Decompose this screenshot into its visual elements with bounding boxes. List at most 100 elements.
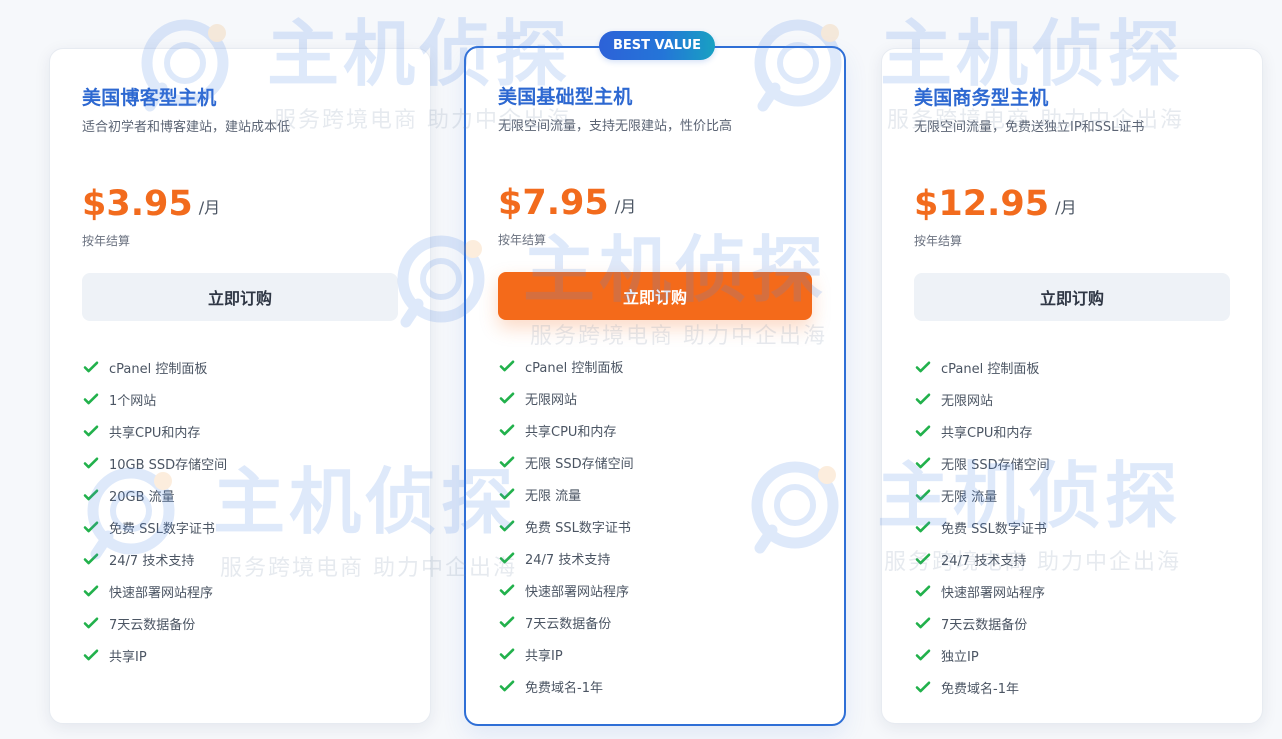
plan-title: 美国博客型主机 <box>82 87 217 109</box>
feature-text: 无限网站 <box>525 392 578 408</box>
plan-card-basic: BEST VALUE 美国基础型主机 无限空间流量，支持无限建站，性价比高 $7… <box>464 31 846 726</box>
feature-item: 免费域名-1年 <box>498 670 812 702</box>
plan-description: 适合初学者和博客建站，建站成本低 <box>82 120 291 135</box>
feature-item: 免费域名-1年 <box>914 671 1230 703</box>
feature-item: 无限 SSD存储空间 <box>498 446 812 478</box>
feature-item: 免费 SSL数字证书 <box>914 511 1230 543</box>
price: $7.95 <box>498 183 609 223</box>
feature-text: 无限网站 <box>941 393 994 409</box>
feature-item: 共享IP <box>498 638 812 670</box>
check-icon <box>83 361 99 373</box>
feature-item: 20GB 流量 <box>82 479 398 511</box>
feature-item: 24/7 技术支持 <box>498 542 812 574</box>
check-icon <box>83 553 99 565</box>
feature-item: cPanel 控制面板 <box>914 351 1230 383</box>
feature-item: 无限网站 <box>914 383 1230 415</box>
check-icon <box>915 649 931 661</box>
feature-item: 免费 SSL数字证书 <box>82 511 398 543</box>
feature-text: 快速部署网站程序 <box>109 585 214 601</box>
plan-card-basic-body: 美国基础型主机 无限空间流量，支持无限建站，性价比高 $7.95 /月 按年结算… <box>498 48 812 724</box>
price-period: /月 <box>198 198 221 217</box>
feature-text: 10GB SSD存储空间 <box>109 457 228 473</box>
feature-text: 免费域名-1年 <box>525 680 603 696</box>
feature-text: cPanel 控制面板 <box>109 361 208 377</box>
check-icon <box>499 424 515 436</box>
feature-list: cPanel 控制面板 1个网站 共享CPU和内存 10GB SSD存储空间 2… <box>82 351 398 671</box>
feature-text: 7天云数据备份 <box>109 617 196 633</box>
check-icon <box>83 585 99 597</box>
price-row: $7.95 /月 <box>498 186 636 221</box>
billing-note: 按年结算 <box>914 234 963 248</box>
feature-text: 免费 SSL数字证书 <box>525 520 631 536</box>
feature-text: 快速部署网站程序 <box>525 584 630 600</box>
feature-item: 无限 流量 <box>914 479 1230 511</box>
price: $3.95 <box>82 184 193 224</box>
feature-item: 独立IP <box>914 639 1230 671</box>
check-icon <box>499 648 515 660</box>
check-icon <box>83 457 99 469</box>
check-icon <box>83 393 99 405</box>
check-icon <box>499 392 515 404</box>
feature-item: 快速部署网站程序 <box>914 575 1230 607</box>
feature-item: 共享CPU和内存 <box>914 415 1230 447</box>
plan-card-blog: 美国博客型主机 适合初学者和博客建站，建站成本低 $3.95 /月 按年结算 立… <box>49 48 431 724</box>
check-icon <box>499 680 515 692</box>
feature-text: 共享CPU和内存 <box>525 424 617 440</box>
check-icon <box>499 360 515 372</box>
feature-item: 无限网站 <box>498 382 812 414</box>
check-icon <box>499 520 515 532</box>
feature-text: 1个网站 <box>109 393 157 409</box>
pricing-page: 美国博客型主机 适合初学者和博客建站，建站成本低 $3.95 /月 按年结算 立… <box>0 0 1282 739</box>
buy-now-button[interactable]: 立即订购 <box>914 273 1230 321</box>
check-icon <box>915 393 931 405</box>
check-icon <box>499 584 515 596</box>
check-icon <box>83 489 99 501</box>
feature-text: 独立IP <box>941 649 979 665</box>
feature-item: 1个网站 <box>82 383 398 415</box>
check-icon <box>83 521 99 533</box>
check-icon <box>83 649 99 661</box>
feature-text: 7天云数据备份 <box>525 616 612 632</box>
feature-item: 24/7 技术支持 <box>82 543 398 575</box>
feature-item: 共享IP <box>82 639 398 671</box>
check-icon <box>915 617 931 629</box>
feature-text: 24/7 技术支持 <box>525 552 611 568</box>
check-icon <box>915 553 931 565</box>
feature-text: 无限 SSD存储空间 <box>941 457 1050 473</box>
feature-text: 共享IP <box>525 648 563 664</box>
check-icon <box>915 681 931 693</box>
check-icon <box>499 456 515 468</box>
check-icon <box>915 521 931 533</box>
buy-now-button[interactable]: 立即订购 <box>498 272 812 320</box>
feature-item: 7天云数据备份 <box>914 607 1230 639</box>
feature-item: 快速部署网站程序 <box>82 575 398 607</box>
feature-list: cPanel 控制面板 无限网站 共享CPU和内存 无限 SSD存储空间 无限 … <box>498 350 812 702</box>
check-icon <box>915 425 931 437</box>
plan-card-business: 美国商务型主机 无限空间流量，免费送独立IP和SSL证书 $12.95 /月 按… <box>881 48 1263 724</box>
plan-description: 无限空间流量，免费送独立IP和SSL证书 <box>914 120 1145 135</box>
feature-item: 无限 流量 <box>498 478 812 510</box>
feature-item: 7天云数据备份 <box>498 606 812 638</box>
feature-item: 无限 SSD存储空间 <box>914 447 1230 479</box>
feature-text: 免费域名-1年 <box>941 681 1019 697</box>
plan-title: 美国基础型主机 <box>498 86 633 108</box>
check-icon <box>499 488 515 500</box>
check-icon <box>83 617 99 629</box>
plan-card-blog-body: 美国博客型主机 适合初学者和博客建站，建站成本低 $3.95 /月 按年结算 立… <box>82 49 398 723</box>
check-icon <box>499 616 515 628</box>
feature-text: 无限 流量 <box>525 488 582 504</box>
check-icon <box>915 457 931 469</box>
feature-text: 免费 SSL数字证书 <box>941 521 1047 537</box>
feature-text: 无限 流量 <box>941 489 998 505</box>
feature-text: 共享IP <box>109 649 147 665</box>
feature-text: 共享CPU和内存 <box>109 425 201 441</box>
feature-item: 7天云数据备份 <box>82 607 398 639</box>
feature-text: 20GB 流量 <box>109 489 175 505</box>
price-row: $3.95 /月 <box>82 187 220 222</box>
feature-text: 7天云数据备份 <box>941 617 1028 633</box>
price-period: /月 <box>1055 198 1077 217</box>
check-icon <box>499 552 515 564</box>
buy-now-button[interactable]: 立即订购 <box>82 273 398 321</box>
billing-note: 按年结算 <box>82 234 131 248</box>
feature-text: 无限 SSD存储空间 <box>525 456 634 472</box>
